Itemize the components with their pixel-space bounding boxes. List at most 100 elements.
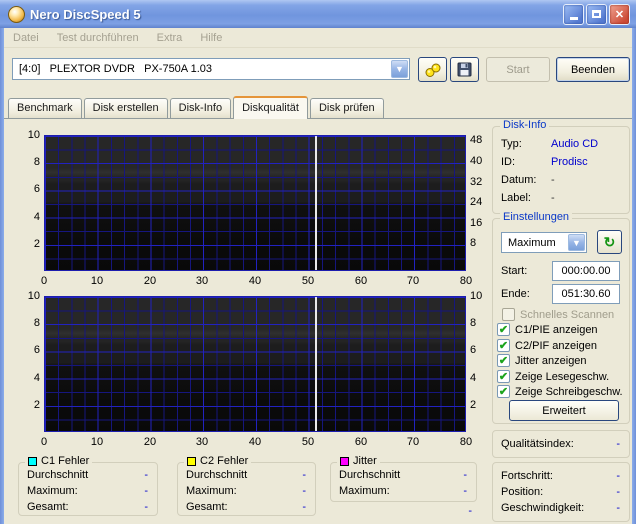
c1-max-value: - — [144, 485, 148, 497]
advanced-button-label: Erweitert — [542, 405, 585, 417]
progress-value: - — [616, 470, 620, 482]
c2-avg-value: - — [302, 469, 306, 481]
jitter-max-value: - — [463, 485, 467, 497]
c2-max-value: - — [302, 485, 306, 497]
axis-tick: 50 — [293, 435, 323, 449]
start-time-field[interactable]: 000:00.00 — [552, 261, 620, 281]
refresh-button[interactable]: ↻ — [597, 230, 622, 254]
window-border-left — [0, 0, 4, 524]
scan-position-line — [315, 297, 317, 431]
position-label: Position: — [501, 486, 543, 498]
checkmark-icon: ✔ — [497, 323, 510, 336]
close-icon: ✕ — [615, 8, 624, 21]
disk-id-label: ID: — [501, 156, 515, 168]
start-button[interactable]: Start — [486, 57, 550, 82]
error-chart: 10 8 6 4 2 48 40 32 24 16 8 0 10 20 30 4… — [0, 128, 490, 290]
c1-avg-label: Durchschnitt — [27, 469, 88, 481]
read-speed-checkbox[interactable]: ✔ Zeige Lesegeschw. — [497, 370, 609, 383]
axis-tick: 0 — [29, 435, 59, 449]
c1-max-label: Maximum: — [27, 485, 78, 497]
advanced-button[interactable]: Erweitert — [509, 400, 619, 421]
jitter-max-label: Maximum: — [339, 485, 390, 497]
close-button[interactable]: ✕ — [609, 4, 630, 25]
axis-tick: 8 — [12, 155, 40, 169]
checkmark-icon: ✔ — [497, 339, 510, 352]
tab-disk-pruefen[interactable]: Disk prüfen — [310, 98, 384, 118]
axis-tick: 70 — [398, 274, 428, 288]
app-window: Nero DiscSpeed 5 ✕ Datei Test durchführe… — [0, 0, 636, 524]
disk-id-value: Prodisc — [551, 156, 588, 168]
c2-pif-checkbox[interactable]: ✔ C2/PIF anzeigen — [497, 339, 597, 352]
tab-disk-info[interactable]: Disk-Info — [170, 98, 231, 118]
menu-extra[interactable]: Extra — [148, 30, 192, 46]
axis-tick: 2 — [12, 237, 40, 251]
jitter-box: Jitter Durchschnitt - Maximum: - — [330, 462, 477, 502]
c1-pie-label: C1/PIE anzeigen — [515, 324, 598, 336]
tab-benchmark[interactable]: Benchmark — [8, 98, 82, 118]
c1-total-label: Gesamt: — [27, 501, 69, 513]
search-drive-button[interactable] — [418, 57, 447, 82]
disk-label-label: Label: — [501, 192, 531, 204]
start-button-label: Start — [506, 64, 529, 76]
disk-type-value: Audio CD — [551, 138, 598, 150]
c1-avg-value: - — [144, 469, 148, 481]
write-speed-label: Zeige Schreibgeschw. — [515, 386, 623, 398]
save-button[interactable] — [450, 57, 479, 82]
drive-select[interactable]: [4:0] PLEXTOR DVDR PX-750A 1.03 ▼ — [12, 58, 410, 80]
c2-color-swatch-icon — [187, 457, 196, 466]
app-icon — [8, 6, 25, 23]
axis-tick: 2 — [12, 398, 40, 412]
checkmark-icon: ✔ — [497, 370, 510, 383]
c2-max-label: Maximum: — [186, 485, 237, 497]
c1-error-title-text: C1 Fehler — [41, 455, 89, 467]
checkbox-icon — [502, 308, 515, 321]
jitter-chart: 10 8 6 4 2 10 8 6 4 2 0 10 20 30 40 50 6… — [0, 289, 490, 451]
minimize-button[interactable] — [563, 4, 584, 25]
scan-position-line — [315, 136, 317, 270]
axis-tick: 40 — [240, 274, 270, 288]
refresh-icon: ↻ — [604, 235, 616, 249]
chevron-down-icon[interactable]: ▼ — [391, 60, 408, 78]
settings-group: Einstellungen Maximum ▼ ↻ Start: 000:00.… — [492, 218, 630, 424]
fast-scan-checkbox[interactable]: Schnelles Scannen — [502, 308, 614, 321]
tab-diskqualitaet[interactable]: Diskqualität — [233, 96, 308, 119]
disk-type-label: Typ: — [501, 138, 522, 150]
title-bar[interactable]: Nero DiscSpeed 5 ✕ — [0, 0, 636, 28]
axis-tick: 30 — [187, 435, 217, 449]
jitter-label: Jitter anzeigen — [515, 355, 587, 367]
menu-test-durchfuehren[interactable]: Test durchführen — [48, 30, 148, 46]
disk-label-value: - — [551, 192, 555, 204]
write-speed-checkbox[interactable]: ✔ Zeige Schreibgeschw. — [497, 385, 623, 398]
chevron-down-icon[interactable]: ▼ — [568, 234, 585, 251]
jitter-total-value: - — [450, 505, 472, 517]
axis-tick: 40 — [240, 435, 270, 449]
disk-info-group: Disk-Info Typ: Audio CD ID: Prodisc Datu… — [492, 126, 630, 214]
axis-tick: 6 — [12, 182, 40, 196]
axis-tick: 70 — [398, 435, 428, 449]
axis-tick: 8 — [12, 316, 40, 330]
menu-hilfe[interactable]: Hilfe — [191, 30, 231, 46]
quit-button[interactable]: Beenden — [556, 57, 630, 82]
axis-tick: 50 — [293, 274, 323, 288]
menu-datei[interactable]: Datei — [4, 30, 48, 46]
tab-disk-erstellen[interactable]: Disk erstellen — [84, 98, 168, 118]
maximize-icon — [592, 10, 601, 18]
progress-group: Fortschritt: - Position: - Geschwindigke… — [492, 462, 630, 522]
jitter-checkbox[interactable]: ✔ Jitter anzeigen — [497, 354, 587, 367]
c2-total-value: - — [302, 501, 306, 513]
axis-tick: 20 — [135, 274, 165, 288]
jitter-box-title: Jitter — [337, 455, 380, 467]
axis-tick: 10 — [82, 274, 112, 288]
end-time-field[interactable]: 051:30.60 — [552, 284, 620, 304]
jitter-title-text: Jitter — [353, 455, 377, 467]
quality-index-label: Qualitätsindex: — [501, 438, 574, 450]
minimize-icon — [570, 17, 578, 20]
c1-pie-checkbox[interactable]: ✔ C1/PIE anzeigen — [497, 323, 598, 336]
speed-select[interactable]: Maximum ▼ — [501, 232, 587, 253]
axis-tick: 60 — [346, 274, 376, 288]
disk-date-label: Datum: — [501, 174, 536, 186]
disk-info-group-title: Disk-Info — [500, 119, 549, 131]
maximize-button[interactable] — [586, 4, 607, 25]
axis-tick: 10 — [12, 128, 40, 142]
c2-error-box: C2 Fehler Durchschnitt - Maximum: - Gesa… — [177, 462, 316, 516]
